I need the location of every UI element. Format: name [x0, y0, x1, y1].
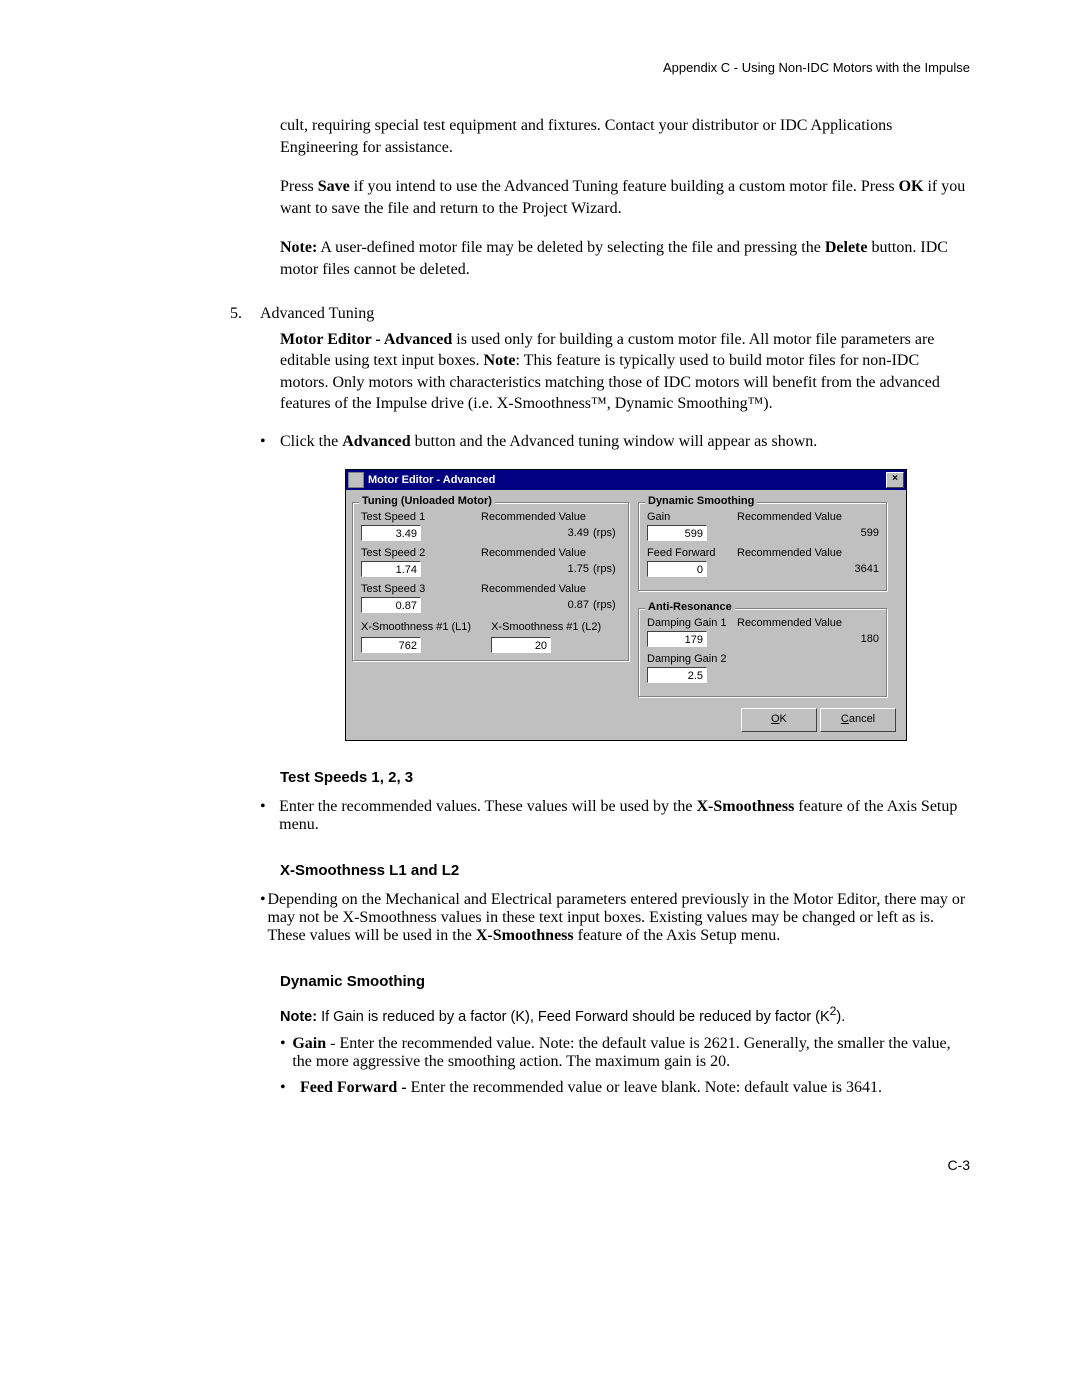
xsmoothness-l1-input[interactable]: 762 — [361, 637, 421, 653]
test-speed-1-input[interactable]: 3.49 — [361, 525, 421, 541]
tuning-group: Tuning (Unloaded Motor) Test Speed 1 Rec… — [352, 502, 630, 662]
feed-forward-input[interactable]: 0 — [647, 561, 707, 577]
damping-gain-1-input[interactable]: 179 — [647, 631, 707, 647]
page-number: C-3 — [110, 1157, 970, 1173]
step-5: 5. Advanced Tuning — [230, 305, 970, 323]
gain-input[interactable]: 599 — [647, 525, 707, 541]
ok-button[interactable]: OK — [741, 708, 817, 732]
intro-p1: cult, requiring special test equipment a… — [280, 115, 970, 158]
feed-forward-bullet: • Feed Forward - Enter the recommended v… — [280, 1079, 970, 1097]
gain-bullet: • Gain - Enter the recommended value. No… — [280, 1035, 970, 1071]
test-speed-3-input[interactable]: 0.87 — [361, 597, 421, 613]
advanced-click-bullet: • Click the Advanced button and the Adva… — [260, 433, 970, 451]
feed-forward-label: Feed Forward — [647, 547, 737, 559]
dialog-titlebar: Motor Editor - Advanced × — [346, 470, 906, 490]
intro-p3: Note: A user-defined motor file may be d… — [280, 237, 970, 280]
app-icon — [348, 472, 364, 488]
test-speeds-heading: Test Speeds 1, 2, 3 — [280, 769, 970, 786]
intro-p2: Press Save if you intend to use the Adva… — [280, 176, 970, 219]
dynamic-smoothing-heading: Dynamic Smoothing — [280, 973, 970, 990]
motor-editor-advanced-dialog: Motor Editor - Advanced × Tuning (Unload… — [345, 469, 907, 741]
anti-resonance-group: Anti-Resonance Damping Gain 1 Recommende… — [638, 608, 888, 698]
damping-gain-2-input[interactable]: 2.5 — [647, 667, 707, 683]
damping-gain-2-label: Damping Gain 2 — [647, 653, 879, 665]
damping-gain-1-label: Damping Gain 1 — [647, 617, 737, 629]
xsmoothness-l2-input[interactable]: 20 — [491, 637, 551, 653]
close-icon[interactable]: × — [886, 472, 904, 488]
dynamic-smoothing-note: Note: If Gain is reduced by a factor (K)… — [280, 1004, 970, 1025]
test-speed-2-input[interactable]: 1.74 — [361, 561, 421, 577]
dynamic-smoothing-group: Dynamic Smoothing Gain Recommended Value… — [638, 502, 888, 592]
test-speed-2-label: Test Speed 2 — [361, 547, 481, 559]
xsmoothness-heading: X-Smoothness L1 and L2 — [280, 862, 970, 879]
test-speed-3-label: Test Speed 3 — [361, 583, 481, 595]
xsmoothness-l2-label: X-Smoothness #1 (L2) — [491, 621, 601, 633]
test-speed-1-label: Test Speed 1 — [361, 511, 481, 523]
cancel-button[interactable]: Cancel — [820, 708, 896, 732]
advanced-desc: Motor Editor - Advanced is used only for… — [280, 329, 970, 415]
dialog-title: Motor Editor - Advanced — [368, 474, 886, 486]
gain-label: Gain — [647, 511, 737, 523]
xsmoothness-bullet: • Depending on the Mechanical and Electr… — [260, 891, 970, 945]
xsmoothness-l1-label: X-Smoothness #1 (L1) — [361, 621, 471, 633]
test-speeds-bullet: • Enter the recommended values. These va… — [260, 798, 970, 834]
page-header: Appendix C - Using Non-IDC Motors with t… — [110, 60, 970, 75]
